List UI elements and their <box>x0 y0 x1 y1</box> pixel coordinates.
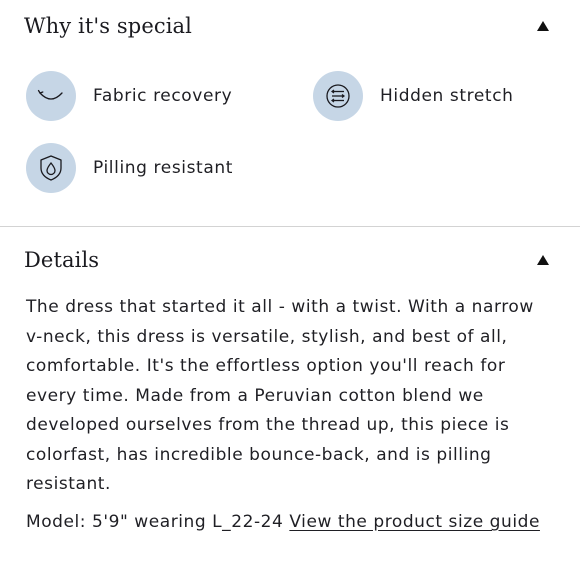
feature-pilling-resistant: Pilling resistant <box>26 143 233 193</box>
size-guide-link[interactable]: View the product size guide <box>289 512 540 532</box>
feature-label: Pilling resistant <box>93 158 233 178</box>
collapse-caret-icon[interactable] <box>537 255 549 265</box>
pilling-resistant-icon <box>26 143 76 193</box>
collapse-caret-icon[interactable] <box>537 21 549 31</box>
details-title: Details <box>24 248 100 272</box>
product-description: The dress that started it all - with a t… <box>26 297 534 494</box>
hidden-stretch-icon <box>313 71 363 121</box>
feature-fabric-recovery: Fabric recovery <box>26 71 232 121</box>
why-special-header[interactable]: Why it's special <box>0 10 580 42</box>
fabric-recovery-icon <box>26 71 76 121</box>
model-info: Model: 5'9" wearing L_22-24 View the pro… <box>26 512 540 532</box>
feature-label: Fabric recovery <box>93 86 233 106</box>
feature-label: Hidden stretch <box>380 86 514 106</box>
details-header[interactable]: Details <box>0 244 580 276</box>
section-divider <box>0 226 580 227</box>
model-size-text: Model: 5'9" wearing L_22-24 <box>26 512 284 532</box>
why-special-title: Why it's special <box>24 14 192 38</box>
feature-hidden-stretch: Hidden stretch <box>313 71 514 121</box>
